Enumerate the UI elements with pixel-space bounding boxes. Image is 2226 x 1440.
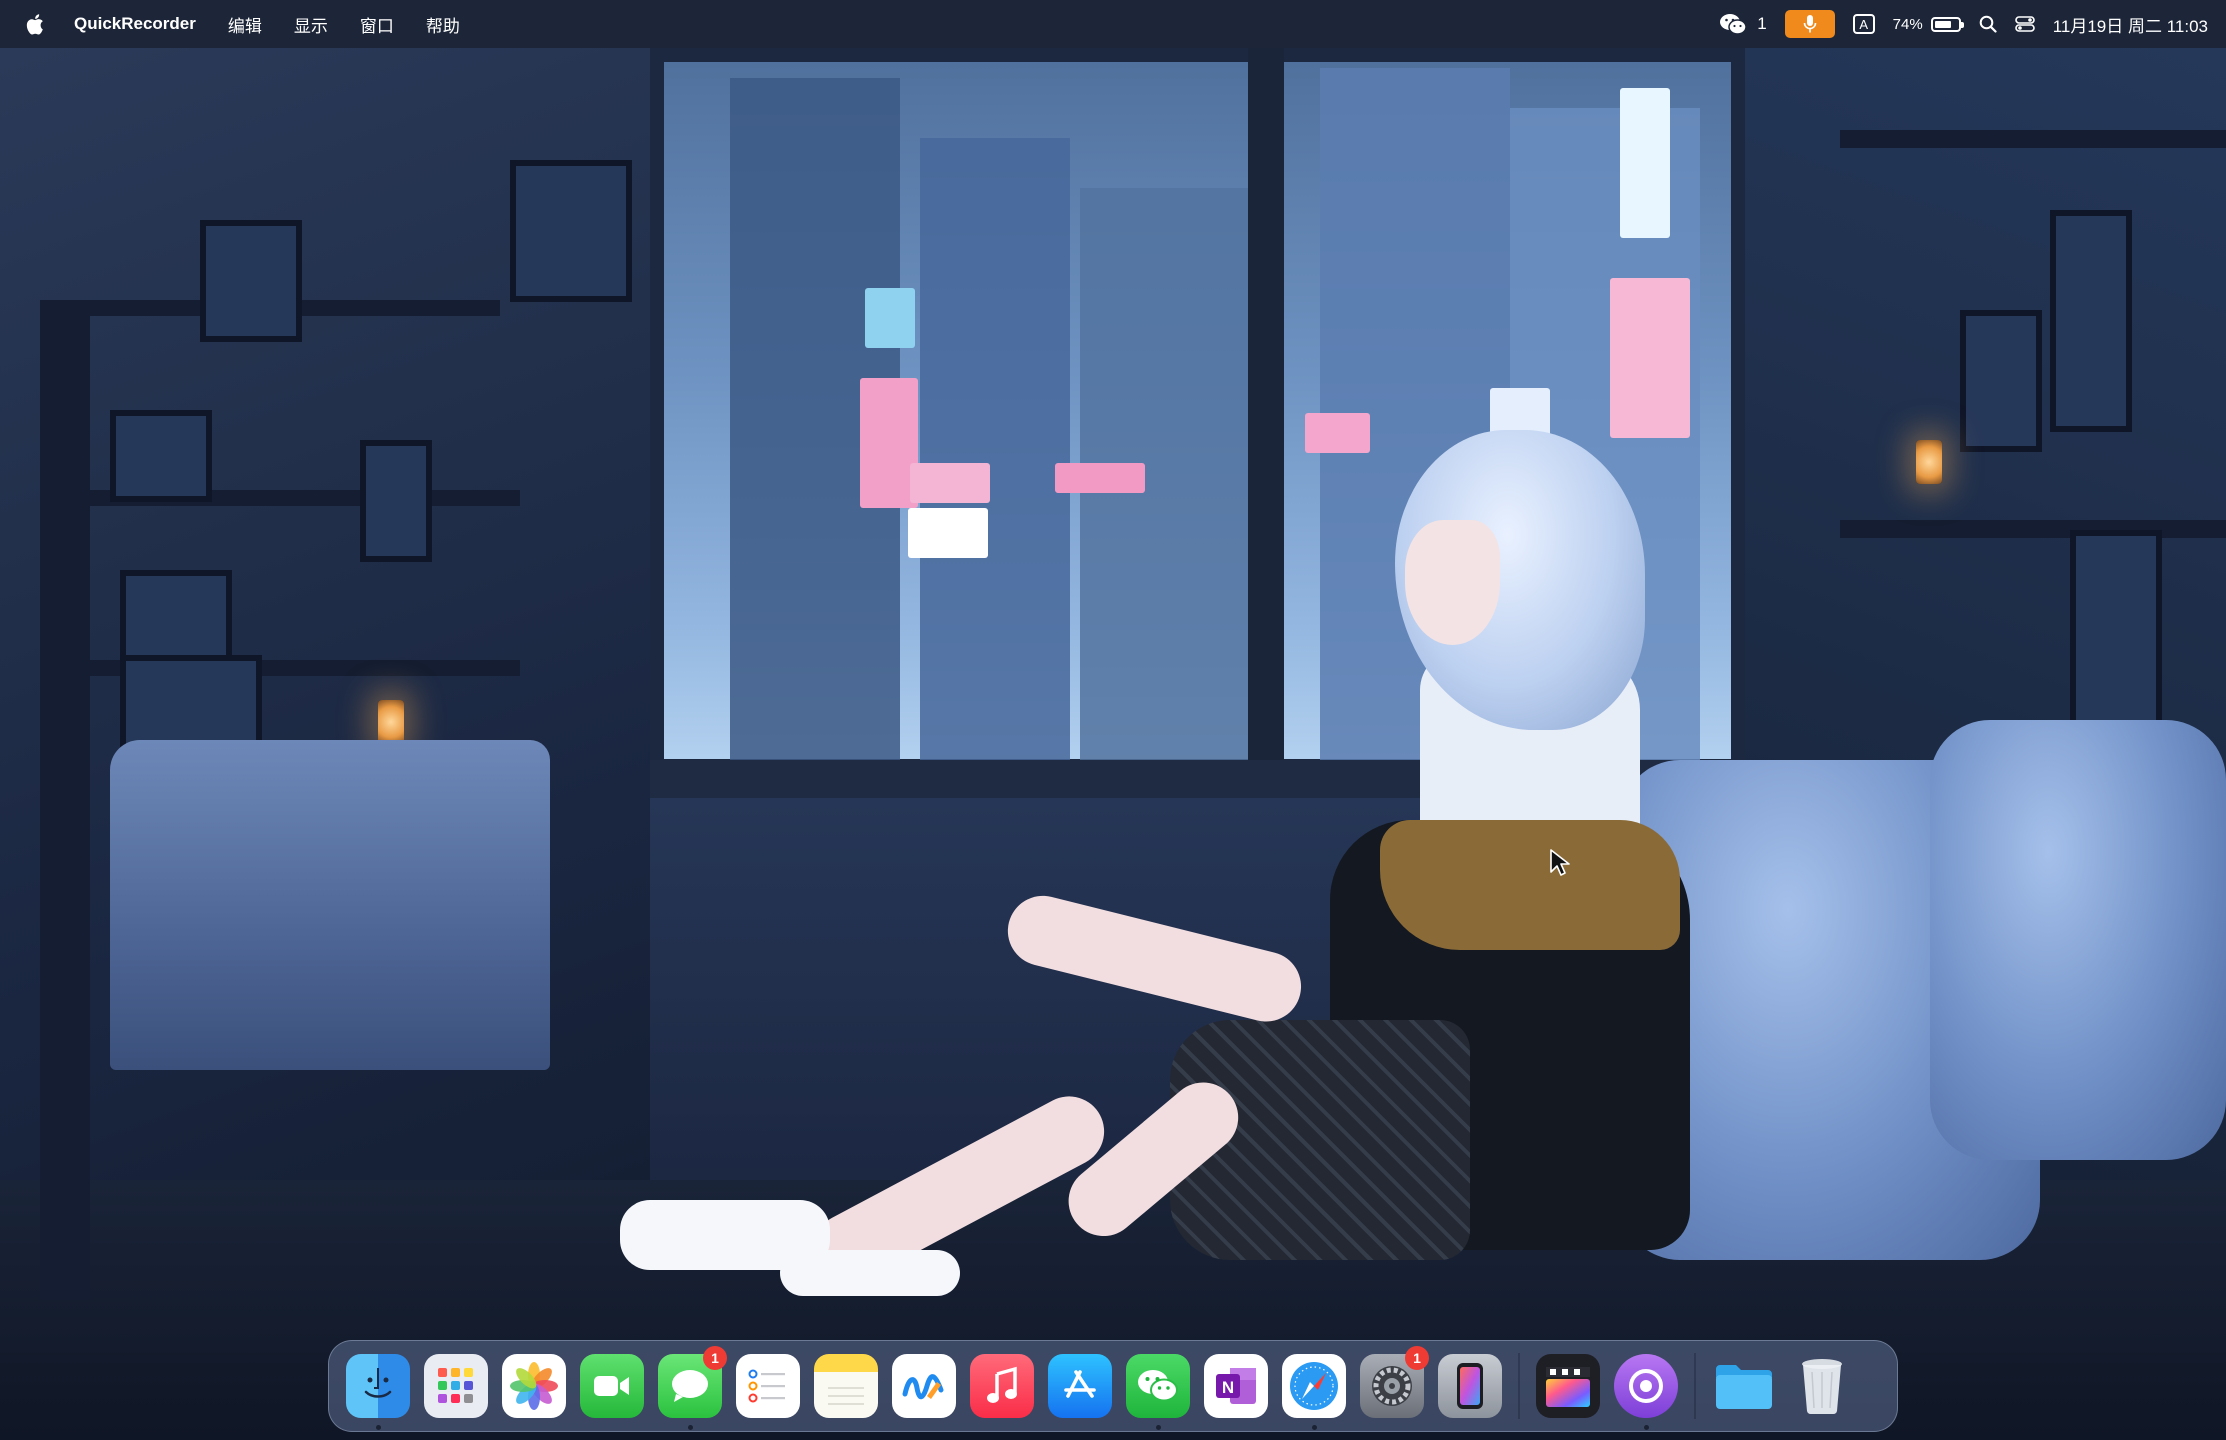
iphone-mirroring-icon <box>1438 1354 1502 1418</box>
dock-item-trash[interactable] <box>1783 1340 1861 1432</box>
running-indicator <box>687 1425 693 1430</box>
wechat-status-icon <box>1720 14 1747 35</box>
dock-item-launchpad[interactable] <box>417 1340 495 1432</box>
wallpaper-shelf <box>1840 130 2226 148</box>
messages-badge: 1 <box>703 1346 727 1370</box>
wallpaper-speaker <box>510 160 632 302</box>
dock-separator <box>1518 1353 1520 1419</box>
final-cut-icon <box>1536 1354 1600 1418</box>
control-center-icon[interactable] <box>2014 0 2035 48</box>
wallpaper-picture <box>360 440 432 562</box>
dock-item-downloads-folder[interactable] <box>1705 1340 1783 1432</box>
wallpaper-lamp <box>378 700 404 744</box>
quickrecorder-icon <box>1614 1354 1678 1418</box>
dock-item-messages[interactable]: 1 <box>651 1340 729 1432</box>
freeform-icon <box>892 1354 956 1418</box>
finder-icon <box>346 1354 410 1418</box>
dock-item-freeform[interactable] <box>885 1340 963 1432</box>
dock-item-quickrecorder[interactable] <box>1607 1340 1685 1432</box>
wallpaper-girl-collar <box>1380 820 1680 950</box>
desktop-wallpaper <box>0 0 2226 1440</box>
dock-item-facetime[interactable] <box>573 1340 651 1432</box>
wallpaper-shelf <box>40 660 520 676</box>
running-indicator <box>1155 1425 1161 1430</box>
dock-item-notes[interactable] <box>807 1340 885 1432</box>
battery-status-item[interactable]: 74% <box>1892 0 1964 48</box>
launchpad-icon <box>424 1354 488 1418</box>
onenote-icon: N <box>1204 1354 1268 1418</box>
wallpaper-lamp <box>1916 440 1942 484</box>
folder-icon <box>1712 1354 1776 1418</box>
battery-icon <box>1930 16 1964 32</box>
wallpaper-picture <box>110 410 212 502</box>
wechat-icon <box>1126 1354 1190 1418</box>
apple-menu-icon[interactable] <box>0 0 58 48</box>
app-menu-quickrecorder[interactable]: QuickRecorder <box>58 0 212 48</box>
dock-item-reminders[interactable] <box>729 1340 807 1432</box>
dock-separator <box>1694 1353 1696 1419</box>
microphone-icon <box>1784 10 1835 38</box>
menu-bar: QuickRecorder 编辑 显示 窗口 帮助 1 A 74% 11月19日… <box>0 0 2226 48</box>
wallpaper-picture <box>2070 530 2162 732</box>
wallpaper-picture <box>200 220 302 342</box>
microphone-recording-indicator[interactable] <box>1784 0 1835 48</box>
safari-icon <box>1282 1354 1346 1418</box>
wallpaper-window-mullion <box>1248 48 1284 773</box>
reminders-icon <box>736 1354 800 1418</box>
wallpaper-bed <box>110 740 550 1070</box>
wallpaper-girl-sock <box>780 1250 960 1296</box>
wallpaper-pillow <box>1930 720 2226 1160</box>
dock-item-safari[interactable] <box>1275 1340 1353 1432</box>
app-store-icon <box>1048 1354 1112 1418</box>
wallpaper-picture <box>2050 210 2132 432</box>
dock-item-wechat[interactable] <box>1119 1340 1197 1432</box>
dock-item-app-store[interactable] <box>1041 1340 1119 1432</box>
input-method-item[interactable]: A <box>1852 0 1875 48</box>
mouse-cursor-icon <box>1550 849 1570 876</box>
running-indicator <box>375 1425 381 1430</box>
battery-level-fill <box>1934 20 1951 28</box>
notes-icon <box>814 1354 878 1418</box>
dock: 1 N 1 <box>328 1340 1898 1432</box>
spotlight-search-icon[interactable] <box>1979 0 1997 48</box>
menu-view[interactable]: 显示 <box>278 0 344 48</box>
wechat-unread-count: 1 <box>1757 14 1767 33</box>
wallpaper-shelf-post <box>40 300 90 1300</box>
wechat-status-item[interactable]: 1 <box>1719 0 1767 48</box>
dock-item-onenote[interactable]: N <box>1197 1340 1275 1432</box>
menu-window[interactable]: 窗口 <box>344 0 410 48</box>
input-method-icon: A <box>1852 14 1875 34</box>
dock-item-iphone-mirroring[interactable] <box>1431 1340 1509 1432</box>
facetime-icon <box>580 1354 644 1418</box>
wallpaper-girl-face <box>1405 520 1500 645</box>
photos-icon <box>502 1354 566 1418</box>
wallpaper-shelf <box>1840 520 2226 538</box>
dock-item-finder[interactable] <box>339 1340 417 1432</box>
running-indicator <box>1643 1425 1649 1430</box>
battery-percent: 74% <box>1892 15 1923 33</box>
menu-bar-clock[interactable]: 11月19日 周二 11:03 <box>2053 0 2208 48</box>
dock-item-system-settings[interactable]: 1 <box>1353 1340 1431 1432</box>
dock-item-photos[interactable] <box>495 1340 573 1432</box>
dock-item-music[interactable] <box>963 1340 1041 1432</box>
system-settings-badge: 1 <box>1405 1346 1429 1370</box>
music-icon <box>970 1354 1034 1418</box>
dock-item-final-cut-pro[interactable] <box>1529 1340 1607 1432</box>
menu-help[interactable]: 帮助 <box>410 0 476 48</box>
running-indicator <box>1311 1425 1317 1430</box>
svg-text:N: N <box>1222 1378 1234 1397</box>
wallpaper-picture <box>1960 310 2042 452</box>
menu-edit[interactable]: 编辑 <box>212 0 278 48</box>
trash-icon <box>1790 1354 1854 1418</box>
